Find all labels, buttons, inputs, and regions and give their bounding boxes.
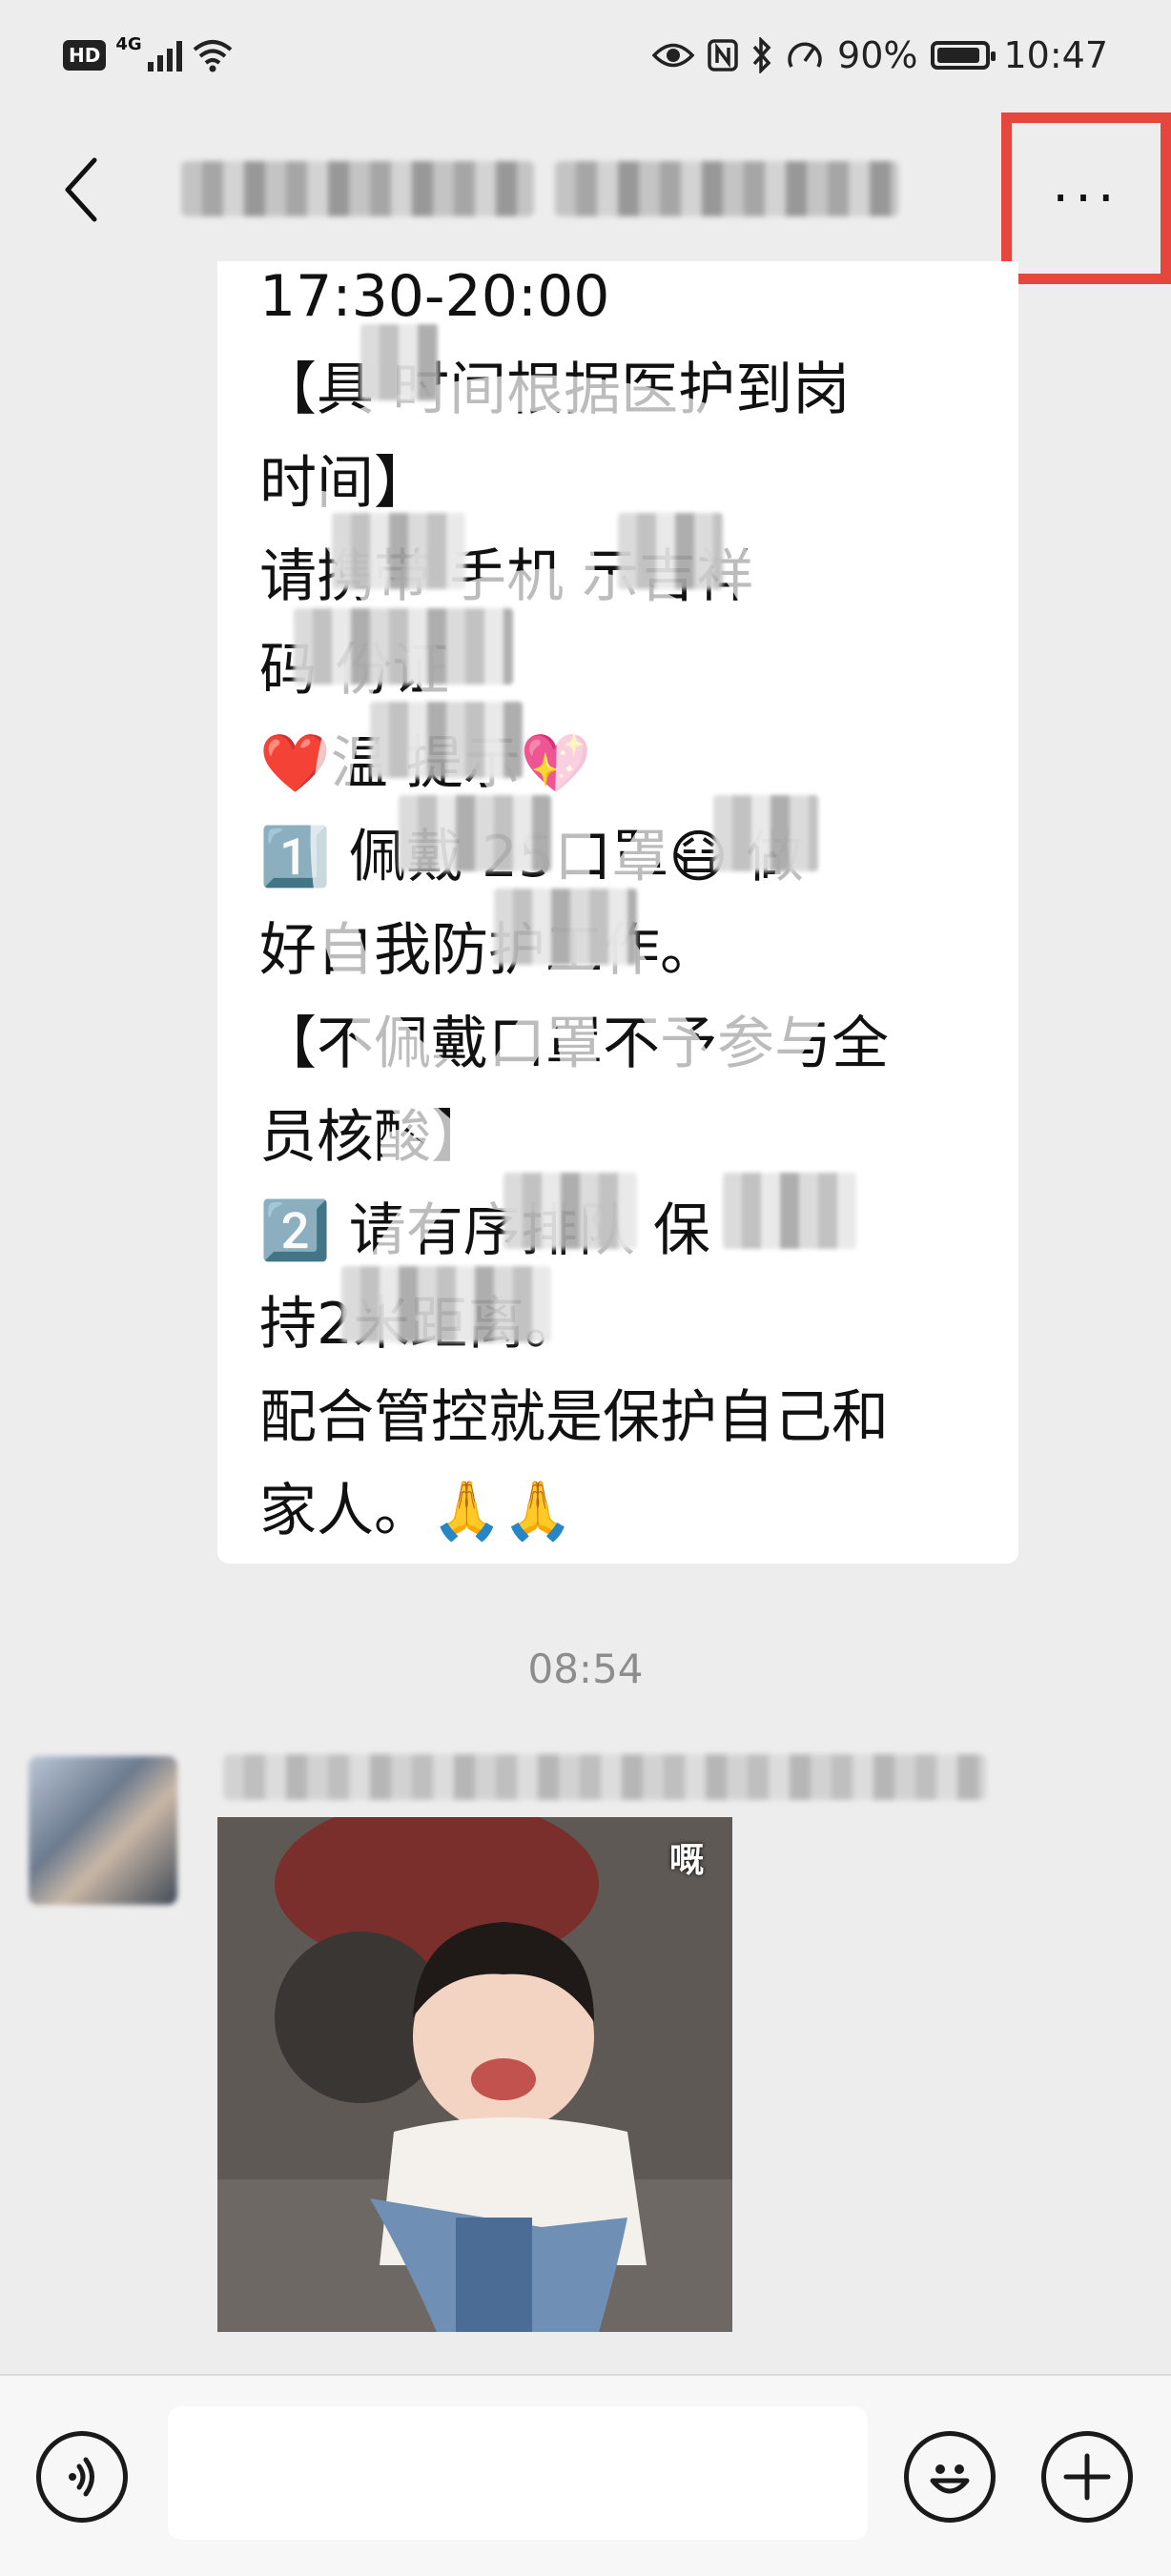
status-left: HD 4G	[63, 34, 234, 72]
network-type: 4G	[115, 33, 142, 54]
status-bar: HD 4G 90% 10:47	[0, 0, 1171, 118]
title-mosaic	[181, 161, 534, 216]
redaction-mosaic	[370, 702, 523, 778]
sticker-image[interactable]: 嘅	[217, 1817, 732, 2332]
status-right: 90% 10:47	[652, 34, 1108, 76]
hd-badge: HD	[63, 40, 107, 71]
input-bar	[0, 2374, 1171, 2576]
sender-name-redacted	[223, 1754, 986, 1808]
back-chevron-icon	[65, 157, 97, 222]
sender-avatar[interactable]	[29, 1756, 177, 1905]
emoji-button[interactable]	[904, 2431, 996, 2523]
redaction-mosaic	[503, 1173, 637, 1249]
redaction-mosaic	[294, 608, 513, 685]
battery-icon	[931, 41, 996, 70]
message-line: 配合管控就是保护自己和	[259, 1384, 889, 1451]
message-line: ❤️温 提示💖	[259, 730, 592, 797]
baby-sticker	[217, 1817, 732, 2332]
nfc-icon	[708, 39, 738, 72]
title-mosaic	[555, 161, 898, 216]
more-icon: ···	[1052, 167, 1120, 230]
message-bubble[interactable]: 17:30-20:00 【具 时间根据医护到岗 时间】 请携带 手机 示吉祥 码…	[217, 261, 1018, 1564]
plus-button[interactable]	[1041, 2431, 1133, 2523]
back-button[interactable]	[38, 147, 124, 233]
redaction-mosaic	[341, 1266, 551, 1342]
message-line: 家人。🙏🙏	[259, 1478, 574, 1544]
redaction-mosaic	[723, 1173, 856, 1249]
clock: 10:47	[1003, 34, 1108, 76]
signal-icon	[147, 39, 182, 72]
message-input[interactable]	[168, 2406, 868, 2540]
sticker-caption: 嘅	[668, 1841, 704, 1880]
emoji-icon	[930, 2464, 970, 2494]
message-timestamp: 08:54	[527, 1646, 644, 1692]
voice-button[interactable]	[36, 2431, 128, 2523]
eye-icon	[652, 43, 695, 68]
battery-percent: 90%	[837, 34, 918, 76]
message-line: 员核酸】	[259, 1104, 488, 1171]
chat-area[interactable]: 17:30-20:00 【具 时间根据医护到岗 时间】 请携带 手机 示吉祥 码…	[0, 261, 1171, 2374]
redaction-mosaic	[360, 324, 439, 400]
chat-title-redacted	[181, 153, 944, 225]
data-speed-icon	[788, 42, 822, 68]
name-mosaic	[223, 1754, 986, 1800]
wifi-icon	[193, 40, 232, 72]
more-button[interactable]: ···	[1001, 112, 1171, 284]
plus-icon	[1063, 2453, 1111, 2501]
redaction-mosaic	[713, 795, 818, 871]
bluetooth-icon	[752, 37, 771, 73]
redaction-mosaic	[399, 795, 551, 871]
redaction-mosaic	[494, 889, 637, 965]
redaction-mosaic	[332, 513, 465, 589]
message-line: 【不佩戴口罩不予参与全	[259, 1011, 889, 1077]
chat-header: ···	[0, 112, 1171, 284]
redaction-mosaic	[618, 513, 723, 589]
voice-icon	[69, 2457, 94, 2497]
